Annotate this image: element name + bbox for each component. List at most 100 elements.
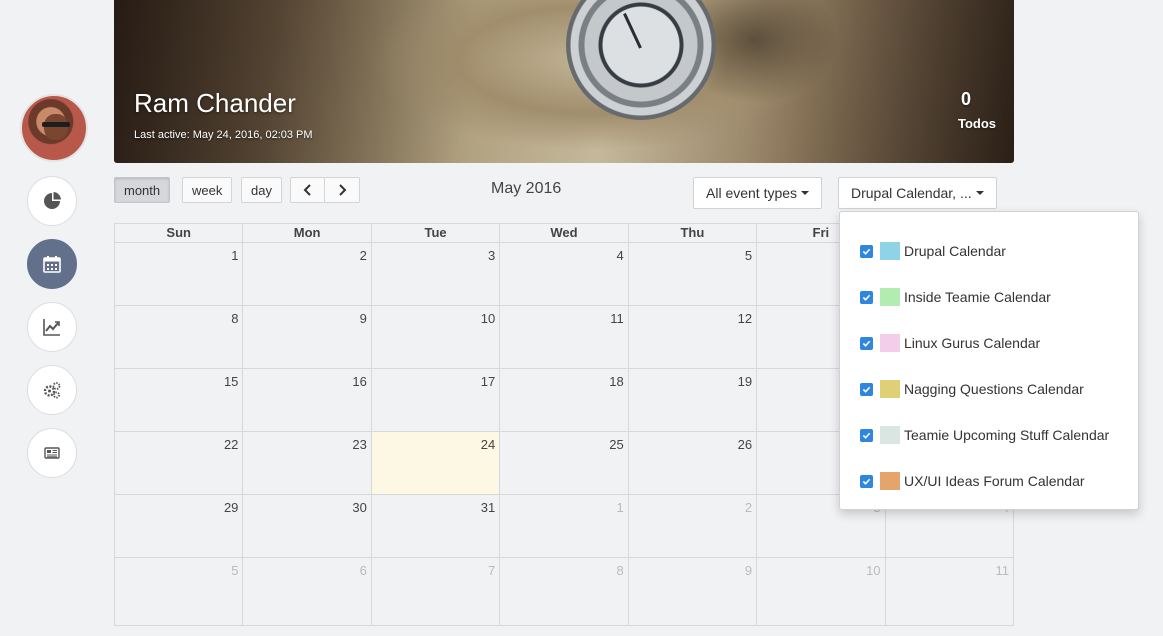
- day-cell[interactable]: 16: [242, 369, 370, 431]
- day-cell[interactable]: 1: [115, 243, 242, 305]
- week-row: 5 6 7 8 9 10 11: [115, 558, 1013, 625]
- day-number: 5: [231, 563, 239, 578]
- week-view-button[interactable]: week: [182, 177, 233, 203]
- day-cell[interactable]: 10: [756, 558, 884, 625]
- day-cell[interactable]: 11: [499, 306, 627, 368]
- day-cell[interactable]: 8: [115, 306, 242, 368]
- rail-button-analytics[interactable]: [27, 176, 77, 226]
- day-cell[interactable]: 25: [499, 432, 627, 494]
- day-number: 16: [352, 374, 367, 389]
- day-cell[interactable]: 6: [242, 558, 370, 625]
- rail-button-reports[interactable]: [27, 302, 77, 352]
- check-icon: [862, 340, 871, 347]
- day-cell[interactable]: 22: [115, 432, 242, 494]
- weekday-mon: Mon: [242, 224, 370, 242]
- day-number: 26: [737, 437, 753, 452]
- day-number: 15: [223, 374, 239, 389]
- day-cell[interactable]: 2: [242, 243, 370, 305]
- calendar-option[interactable]: Teamie Upcoming Stuff Calendar: [860, 426, 1109, 444]
- day-number: 23: [352, 437, 367, 452]
- todos-label[interactable]: Todos: [958, 116, 996, 131]
- day-number: 12: [737, 311, 753, 326]
- day-cell[interactable]: 9: [627, 558, 756, 625]
- day-number: 4: [616, 248, 624, 263]
- nav-arrows: [290, 177, 360, 203]
- calendar-option-label: Teamie Upcoming Stuff Calendar: [904, 427, 1110, 443]
- day-cell[interactable]: 18: [499, 369, 627, 431]
- checkbox[interactable]: [860, 290, 873, 304]
- day-number: 8: [231, 311, 239, 326]
- day-cell[interactable]: 31: [370, 495, 499, 557]
- day-cell[interactable]: 30: [242, 495, 370, 557]
- rail-button-news[interactable]: [27, 428, 77, 478]
- day-number: 17: [480, 374, 496, 389]
- prev-month-button[interactable]: [290, 177, 325, 203]
- gears-icon: [43, 382, 61, 399]
- weekday-wed: Wed: [499, 224, 627, 242]
- day-cell[interactable]: 26: [627, 432, 756, 494]
- calendar-option[interactable]: Linux Gurus Calendar: [860, 334, 1040, 352]
- month-view-button[interactable]: month: [114, 177, 171, 203]
- event-types-dropdown[interactable]: All event types: [693, 177, 823, 209]
- day-cell-today[interactable]: 24: [370, 432, 500, 494]
- day-cell[interactable]: 3: [370, 243, 499, 305]
- day-cell[interactable]: 19: [627, 369, 756, 431]
- day-cell[interactable]: 12: [627, 306, 756, 368]
- calendar-option[interactable]: UX/UI Ideas Forum Calendar: [860, 472, 1085, 490]
- day-cell[interactable]: 8: [499, 558, 627, 625]
- calendar-color-swatch: [880, 380, 900, 398]
- day-cell[interactable]: 17: [370, 369, 499, 431]
- pie-chart-icon: [44, 192, 61, 209]
- day-number: 11: [610, 311, 624, 326]
- day-cell[interactable]: 2: [627, 495, 756, 557]
- day-cell[interactable]: 10: [370, 306, 499, 368]
- checkbox[interactable]: [860, 428, 873, 442]
- day-cell[interactable]: 23: [242, 432, 370, 494]
- profile-name: Ram Chander: [134, 88, 296, 118]
- calendar-color-swatch: [880, 288, 900, 306]
- day-view-button[interactable]: day: [241, 177, 282, 203]
- calendar-option[interactable]: Inside Teamie Calendar: [860, 288, 1051, 306]
- avatar[interactable]: [20, 94, 88, 162]
- calendars-label: Drupal Calendar, ...: [851, 185, 972, 201]
- check-icon: [862, 294, 871, 301]
- day-cell[interactable]: 1: [499, 495, 627, 557]
- rail-button-calendar[interactable]: [27, 239, 77, 289]
- day-number: 24: [480, 437, 496, 452]
- chevron-right-icon: [339, 184, 347, 196]
- calendar-option-label: Inside Teamie Calendar: [904, 289, 1051, 305]
- day-number: 6: [359, 563, 367, 578]
- next-month-button[interactable]: [325, 177, 360, 203]
- calendars-dropdown[interactable]: Drupal Calendar, ...: [838, 177, 997, 209]
- day-cell[interactable]: 5: [115, 558, 242, 625]
- checkbox[interactable]: [860, 244, 873, 258]
- day-number: 5: [744, 248, 753, 263]
- day-cell[interactable]: 4: [499, 243, 627, 305]
- checkbox[interactable]: [860, 382, 873, 396]
- day-cell[interactable]: 29: [115, 495, 242, 557]
- avatar-glasses: [42, 122, 70, 127]
- calendar-option[interactable]: Drupal Calendar: [860, 242, 1006, 260]
- calendar-title: May 2016: [491, 180, 562, 197]
- day-cell[interactable]: 5: [627, 243, 756, 305]
- caret-down-icon: [975, 191, 984, 195]
- profile-banner: Ram Chander Last active: May 24, 2016, 0…: [114, 0, 1014, 163]
- calendar-option[interactable]: Nagging Questions Calendar: [860, 380, 1084, 398]
- rail-button-settings[interactable]: [27, 365, 77, 415]
- check-icon: [862, 248, 871, 255]
- day-number: 3: [488, 248, 496, 263]
- day-number: 2: [744, 500, 753, 515]
- calendar-color-swatch: [880, 426, 900, 444]
- day-cell[interactable]: 15: [115, 369, 242, 431]
- check-icon: [862, 432, 871, 439]
- calendar-color-swatch: [880, 334, 900, 352]
- day-number: 11: [995, 563, 1009, 578]
- day-cell[interactable]: 9: [242, 306, 370, 368]
- todos-count[interactable]: 0: [951, 89, 981, 110]
- checkbox[interactable]: [860, 474, 873, 488]
- day-cell[interactable]: 7: [370, 558, 499, 625]
- day-number: 29: [223, 500, 239, 515]
- checkbox[interactable]: [860, 336, 873, 350]
- calendar-filter-menu: Drupal Calendar Inside Teamie Calendar Lin…: [839, 211, 1139, 510]
- day-cell[interactable]: 11: [884, 558, 1013, 625]
